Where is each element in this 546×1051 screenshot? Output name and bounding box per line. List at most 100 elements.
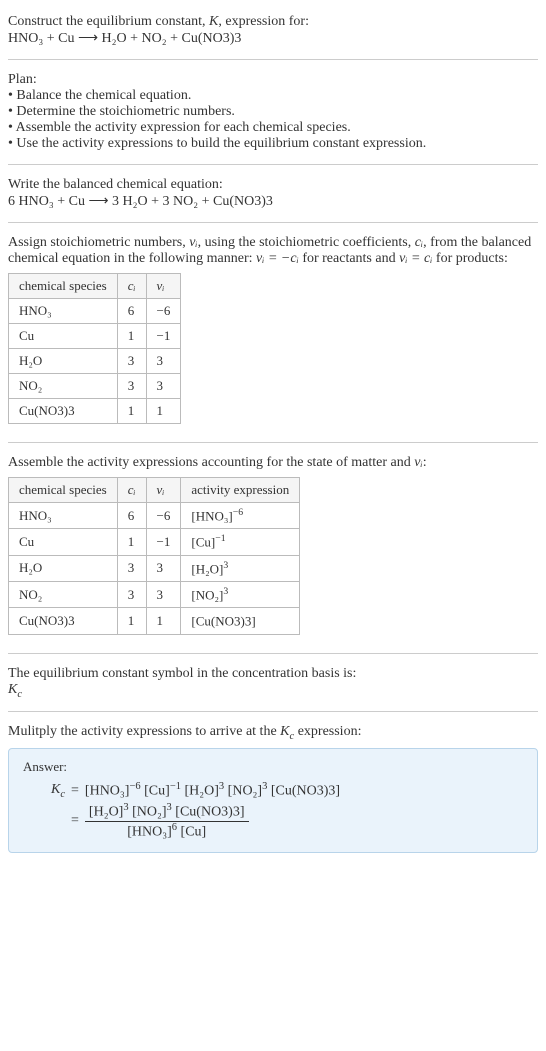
answer-product: [HNO₃]−6 [Cu]−1 [H₂O]3 [NO₂]3 [Cu(NO3)3] (85, 781, 340, 800)
fraction-numerator: [H₂O]3 [NO₂]3 [Cu(NO3)3] (85, 802, 249, 822)
activity-nu: νᵢ (414, 455, 422, 470)
symbol-text: The equilibrium constant symbol in the c… (8, 666, 538, 682)
table-row: Cu(NO3)311[Cu(NO3)3] (9, 608, 300, 634)
answer-equation: Kc = [HNO₃]−6 [Cu]−1 [H₂O]3 [NO₂]3 [Cu(N… (23, 781, 523, 840)
table-row: Cu1−1 (9, 324, 181, 349)
cell: −6 (146, 299, 181, 324)
kc-base: K (8, 682, 17, 697)
eq-sign: = (71, 783, 79, 799)
cell: 3 (117, 349, 146, 374)
balanced-equation: 6 HNO₃ + Cu ⟶ 3 H₂O + 3 NO₂ + Cu(NO3)3 (8, 193, 538, 210)
cell: 1 (117, 608, 146, 634)
cell: 1 (146, 399, 181, 424)
table-row: NO₂33 (9, 374, 181, 399)
plan-item: • Assemble the activity expression for e… (8, 120, 538, 136)
cell: [H₂O]3 (181, 555, 300, 581)
cell: 1 (117, 399, 146, 424)
answer-label: Answer: (23, 759, 523, 775)
balanced-section: Write the balanced chemical equation: 6 … (8, 171, 538, 216)
col-ci: cᵢ (117, 274, 146, 299)
stoich-nu: νᵢ (189, 235, 197, 250)
activity-table: chemical species cᵢ νᵢ activity expressi… (8, 477, 300, 635)
act-exp: −6 (233, 507, 243, 518)
col-species: chemical species (9, 274, 118, 299)
intro-section: Construct the equilibrium constant, K, e… (8, 8, 538, 53)
multiply-text: Mulitply the activity expressions to arr… (8, 724, 538, 742)
cell: 1 (117, 529, 146, 555)
cell: 3 (117, 374, 146, 399)
divider (8, 222, 538, 223)
cell: 3 (117, 581, 146, 607)
act-exp: −1 (215, 533, 225, 544)
act-exp: 3 (223, 586, 228, 597)
col-ci: cᵢ (117, 478, 146, 503)
plan-item: • Use the activity expressions to build … (8, 136, 538, 152)
stoich-section: Assign stoichiometric numbers, νᵢ, using… (8, 229, 538, 436)
stoich-rel2: νᵢ = cᵢ (399, 251, 432, 266)
divider (8, 711, 538, 712)
cell: −1 (146, 529, 181, 555)
table-row: Cu(NO3)311 (9, 399, 181, 424)
stoich-text-d: for reactants and (299, 251, 399, 266)
stoich-ci: cᵢ (415, 235, 423, 250)
cell: −1 (146, 324, 181, 349)
table-row: H₂O33 (9, 349, 181, 374)
cell: 6 (117, 503, 146, 529)
symbol-section: The equilibrium constant symbol in the c… (8, 660, 538, 706)
activity-section: Assemble the activity expressions accoun… (8, 449, 538, 647)
cell: 3 (146, 581, 181, 607)
cell: 3 (146, 555, 181, 581)
cell: H₂O (9, 349, 118, 374)
plan-section: Plan: • Balance the chemical equation. •… (8, 66, 538, 158)
activity-text-a: Assemble the activity expressions accoun… (8, 455, 414, 470)
stoich-text-e: for products: (432, 251, 507, 266)
answer-line1: Kc = [HNO₃]−6 [Cu]−1 [H₂O]3 [NO₂]3 [Cu(N… (51, 781, 523, 800)
answer-fraction: [H₂O]3 [NO₂]3 [Cu(NO3)3] [HNO₃]6 [Cu] (85, 802, 249, 840)
cell: HNO₃ (9, 503, 118, 529)
symbol-kc: Kc (8, 682, 538, 700)
answer-lhs: Kc (51, 782, 65, 800)
cell: 3 (146, 374, 181, 399)
stoich-text-a: Assign stoichiometric numbers, (8, 235, 189, 250)
table-row: HNO₃6−6 (9, 299, 181, 324)
col-nu: νᵢ (146, 274, 181, 299)
cell: 3 (146, 349, 181, 374)
multiply-kc: Kc (280, 724, 294, 739)
balanced-heading: Write the balanced chemical equation: (8, 177, 538, 193)
intro-a: Construct the equilibrium constant, (8, 14, 209, 29)
fraction-denominator: [HNO₃]6 [Cu] (85, 822, 249, 841)
table-row: H₂O33[H₂O]3 (9, 555, 300, 581)
intro-b: , expression for: (218, 14, 309, 29)
col-species: chemical species (9, 478, 118, 503)
col-activity: activity expression (181, 478, 300, 503)
kc-base: K (280, 724, 289, 739)
activity-text: Assemble the activity expressions accoun… (8, 455, 538, 471)
table-row: Cu1−1[Cu]−1 (9, 529, 300, 555)
multiply-section: Mulitply the activity expressions to arr… (8, 718, 538, 859)
kc-sub: c (17, 688, 22, 699)
multiply-a: Mulitply the activity expressions to arr… (8, 724, 280, 739)
table-row: HNO₃6−6[HNO₃]−6 (9, 503, 300, 529)
plan-item: • Balance the chemical equation. (8, 88, 538, 104)
activity-text-b: : (423, 455, 427, 470)
act-base: [Cu] (191, 535, 215, 550)
eq-sign: = (71, 813, 79, 829)
intro-equation: HNO₃ + Cu ⟶ H₂O + NO₂ + Cu(NO3)3 (8, 30, 538, 47)
cell: 1 (146, 608, 181, 634)
plan-heading: Plan: (8, 72, 538, 88)
kc-base: K (51, 782, 60, 797)
cell: [NO₂]3 (181, 581, 300, 607)
cell: −6 (146, 503, 181, 529)
cell: [HNO₃]−6 (181, 503, 300, 529)
act-exp: 3 (223, 560, 228, 571)
multiply-b: expression: (294, 724, 361, 739)
cell: 1 (117, 324, 146, 349)
cell: HNO₃ (9, 299, 118, 324)
divider (8, 59, 538, 60)
act-base: [H₂O] (191, 561, 223, 576)
cell: [Cu]−1 (181, 529, 300, 555)
intro-text: Construct the equilibrium constant, K, e… (8, 14, 538, 30)
cell: NO₂ (9, 374, 118, 399)
divider (8, 442, 538, 443)
table-header-row: chemical species cᵢ νᵢ (9, 274, 181, 299)
